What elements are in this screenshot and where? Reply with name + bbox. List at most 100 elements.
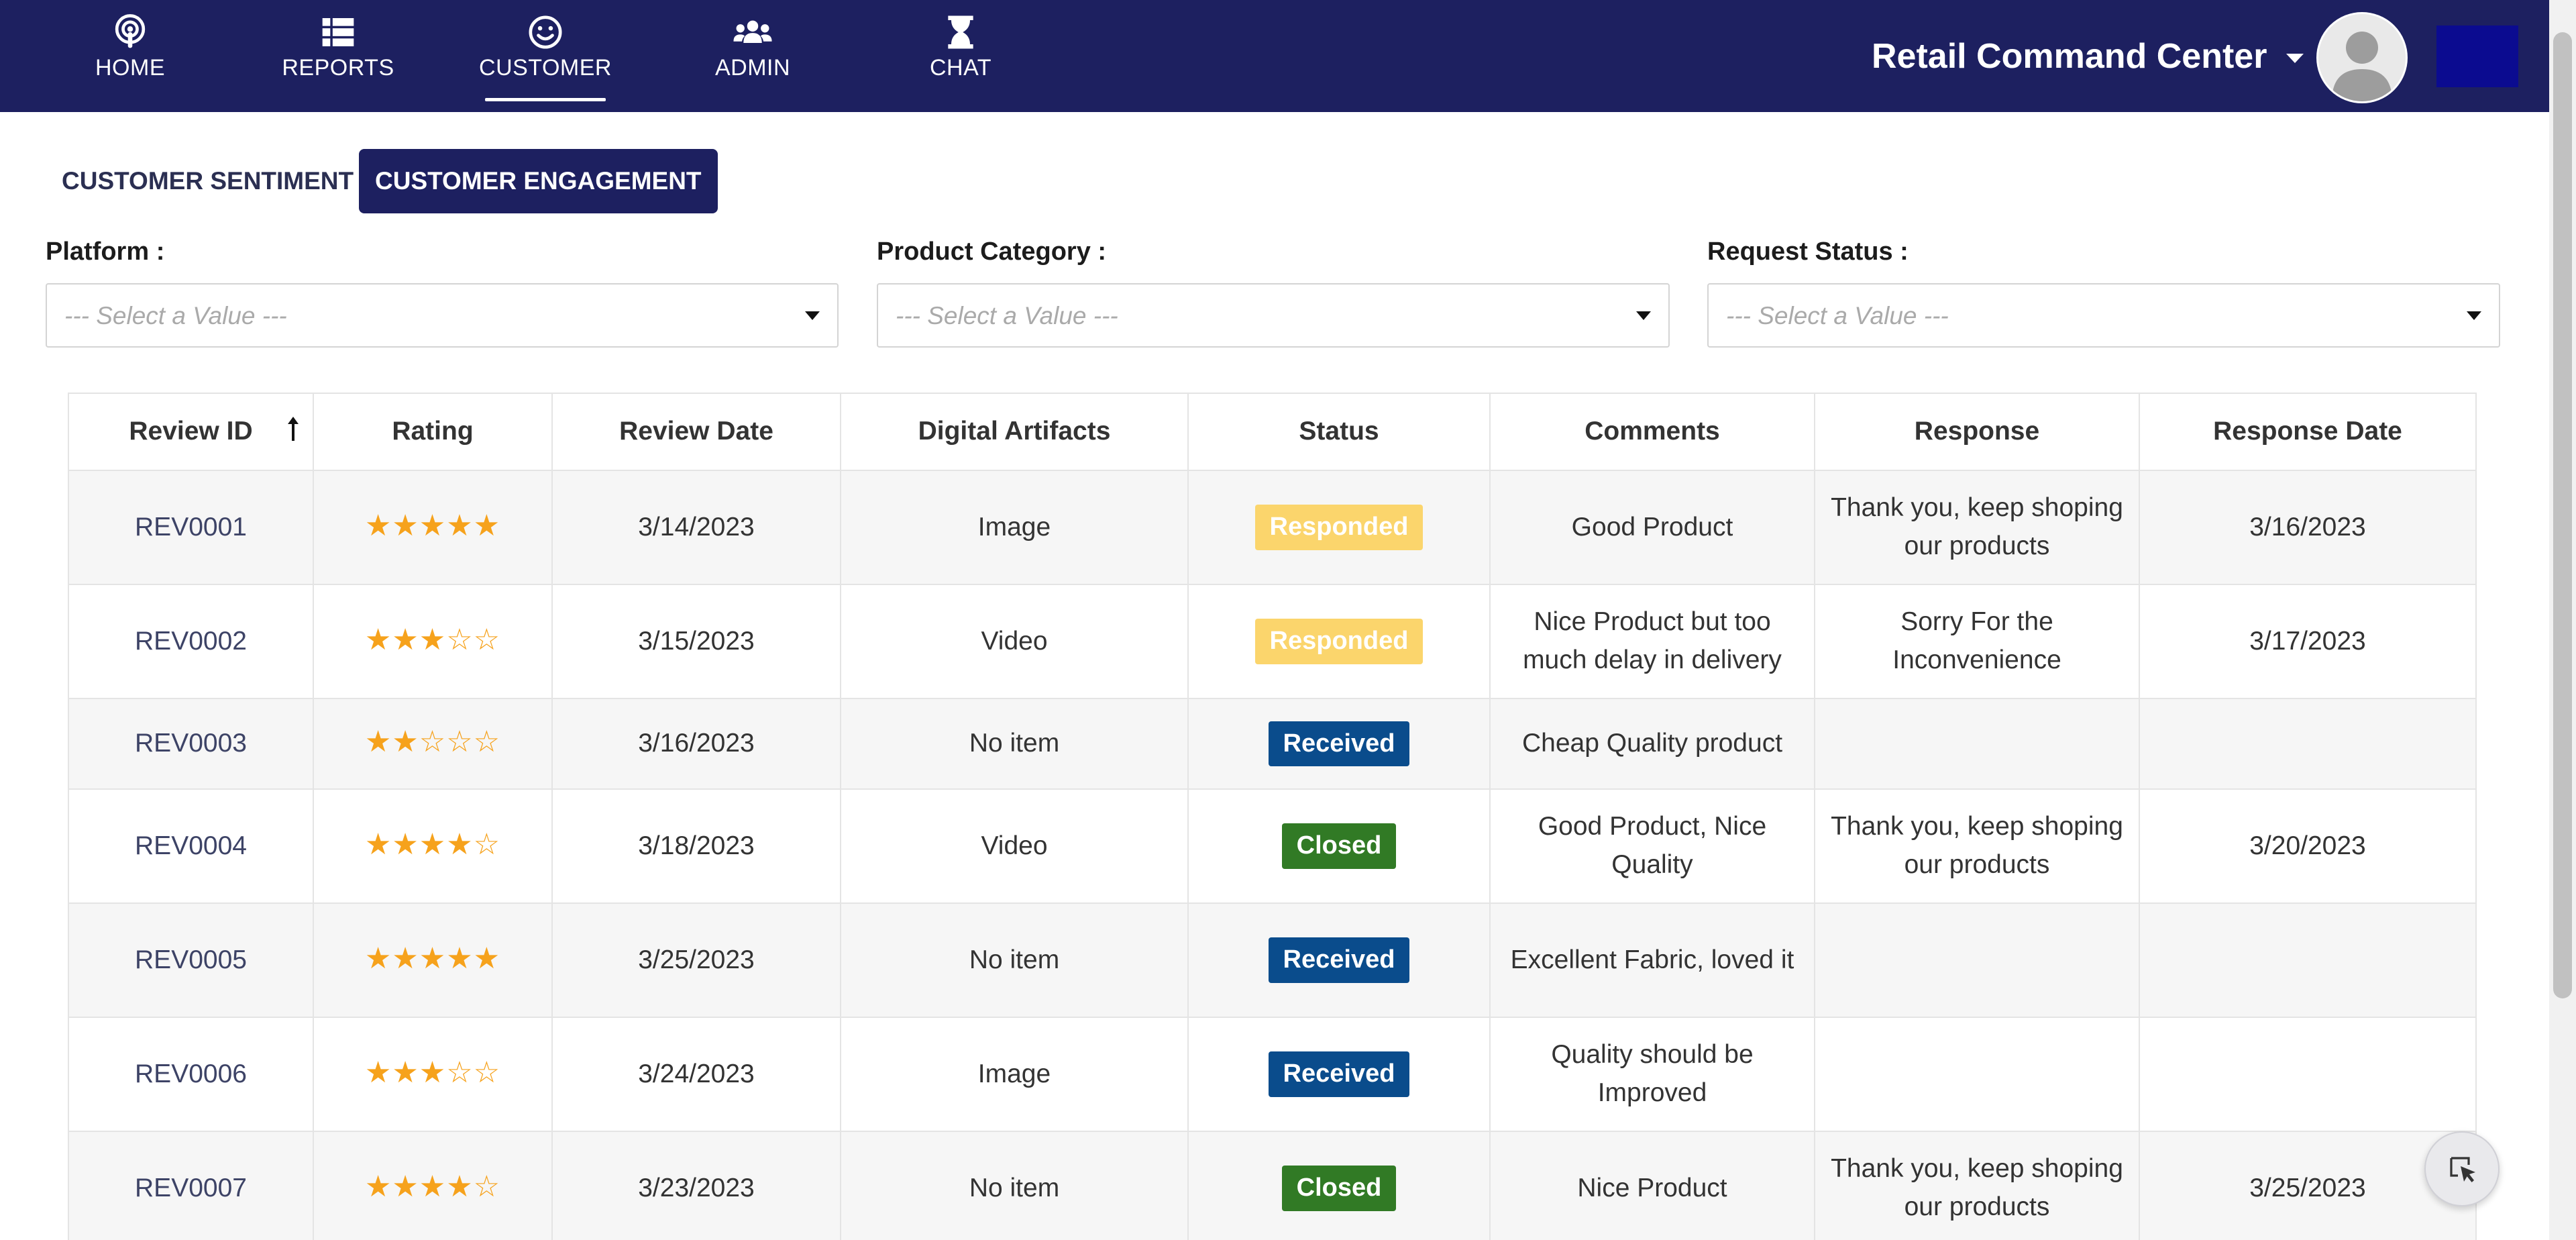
- review-date-cell: 3/16/2023: [551, 698, 841, 790]
- nav-admin[interactable]: ADMIN: [686, 13, 820, 104]
- product-category-select-placeholder: --- Select a Value ---: [896, 302, 1118, 329]
- star-rating: ★★★☆☆: [365, 625, 500, 655]
- reviews-table: Review ID Rating Review Date Digital Art…: [68, 393, 2477, 1240]
- review-id-cell: REV0004: [68, 788, 314, 904]
- product-category-select[interactable]: --- Select a Value ---: [877, 283, 1670, 348]
- platform-select-placeholder: --- Select a Value ---: [64, 302, 287, 329]
- user-menu-box[interactable]: [2436, 25, 2518, 87]
- table-header-row: Review ID Rating Review Date Digital Art…: [68, 393, 2477, 471]
- table-row[interactable]: REV0006 ★★★☆☆ 3/24/2023 Image Received Qualit…: [68, 1017, 2477, 1132]
- table-row[interactable]: REV0007 ★★★★☆ 3/23/2023 No item Closed Nice P…: [68, 1131, 2477, 1240]
- star-rating: ★★★☆☆: [365, 1055, 501, 1090]
- comments-cell: Good Product, Nice Quality: [1489, 788, 1815, 904]
- review-date-cell: 3/14/2023: [551, 470, 841, 585]
- star-outline-icon: ☆: [473, 1169, 501, 1204]
- status-cell: Received: [1187, 902, 1491, 1018]
- status-badge: Received: [1268, 1051, 1410, 1097]
- comments-cell: Quality should be Improved: [1489, 1017, 1815, 1132]
- status-badge: Responded: [1254, 505, 1424, 550]
- rating-cell: ★★★★★: [313, 470, 553, 585]
- cursor-select-icon: [2450, 1157, 2475, 1182]
- column-header-review-date[interactable]: Review Date: [551, 393, 841, 471]
- status-badge: Closed: [1281, 1166, 1397, 1211]
- nav-admin-label: ADMIN: [714, 55, 791, 81]
- floating-cursor-button[interactable]: [2424, 1131, 2500, 1206]
- digital-artifacts-cell: No item: [840, 1131, 1189, 1240]
- table-row[interactable]: REV0001 ★★★★★ 3/14/2023 Image Responded Good …: [68, 470, 2477, 585]
- response-cell: Thank you, keep shoping our products: [1814, 788, 2140, 904]
- sort-ascending-icon[interactable]: [286, 415, 301, 442]
- status-badge: Received: [1268, 937, 1410, 983]
- star-filled-icon: ★: [419, 1055, 447, 1090]
- digital-artifacts-cell: No item: [840, 902, 1189, 1018]
- response-date-cell: 3/20/2023: [2139, 788, 2477, 904]
- response-cell: Thank you, keep shoping our products: [1814, 1131, 2140, 1240]
- star-outline-icon: ☆: [473, 827, 501, 862]
- rating-cell: ★★★★☆: [313, 1131, 553, 1240]
- comments-cell: Nice Product: [1489, 1131, 1815, 1240]
- comments-cell: Nice Product but too much delay in deliv…: [1489, 584, 1815, 699]
- status-cell: Closed: [1187, 1131, 1491, 1240]
- status-cell: Responded: [1187, 584, 1491, 699]
- review-id-cell: REV0006: [68, 1017, 314, 1132]
- table-row[interactable]: REV0005 ★★★★★ 3/25/2023 No item Received Exce…: [68, 902, 2477, 1018]
- digital-artifacts-cell: Video: [840, 788, 1189, 904]
- nav-home[interactable]: HOME: [63, 13, 197, 104]
- nav-chat[interactable]: CHAT: [894, 13, 1028, 104]
- star-filled-icon: ★: [446, 508, 474, 543]
- smile-icon: [529, 15, 562, 49]
- platform-select[interactable]: --- Select a Value ---: [46, 283, 839, 348]
- star-filled-icon: ★: [419, 508, 447, 543]
- nav-customer[interactable]: CUSTOMER: [478, 13, 612, 104]
- star-filled-icon: ★: [419, 1169, 447, 1204]
- column-header-rating[interactable]: Rating: [313, 393, 553, 471]
- column-header-digital-artifacts[interactable]: Digital Artifacts: [840, 393, 1189, 471]
- rating-cell: ★★★★★: [313, 902, 553, 1018]
- hourglass-icon: [948, 15, 973, 49]
- table-row[interactable]: REV0002 ★★★☆☆ 3/15/2023 Video Responded Nice …: [68, 584, 2477, 699]
- caret-down-icon: [2286, 54, 2304, 64]
- star-filled-icon: ★: [419, 622, 447, 657]
- table-row[interactable]: REV0004 ★★★★☆ 3/18/2023 Video Closed Good Pro…: [68, 788, 2477, 904]
- request-status-select[interactable]: --- Select a Value ---: [1707, 283, 2500, 348]
- star-filled-icon: ★: [364, 827, 392, 862]
- nav-reports[interactable]: REPORTS: [271, 13, 405, 104]
- column-header-comments[interactable]: Comments: [1489, 393, 1815, 471]
- tab-customer-engagement[interactable]: CUSTOMER ENGAGEMENT: [359, 149, 718, 213]
- star-rating: ★★★★☆: [364, 827, 501, 862]
- top-navigation-bar: HOME REPORTS CUSTOMER ADMIN CHAT Retail …: [0, 0, 2549, 112]
- response-cell: Sorry For the Inconvenience: [1814, 584, 2140, 699]
- digital-artifacts-cell: Image: [840, 1017, 1189, 1132]
- response-cell: [1814, 698, 2140, 790]
- response-cell: Thank you, keep shoping our products: [1814, 470, 2140, 585]
- star-outline-icon: ☆: [473, 1055, 501, 1090]
- star-filled-icon: ★: [392, 1169, 419, 1204]
- vertical-scrollbar-thumb[interactable]: [2553, 32, 2572, 998]
- response-cell: [1814, 902, 2140, 1018]
- tab-customer-sentiment[interactable]: CUSTOMER SENTIMENT: [46, 149, 370, 213]
- column-header-review-id[interactable]: Review ID: [68, 393, 314, 471]
- podcast-icon: [115, 14, 146, 48]
- star-outline-icon: ☆: [473, 622, 501, 657]
- user-silhouette-icon: [2318, 14, 2406, 101]
- star-filled-icon: ★: [392, 725, 419, 760]
- response-date-cell: [2139, 698, 2477, 790]
- review-id-cell: REV0001: [68, 470, 314, 585]
- app-title-dropdown[interactable]: Retail Command Center: [1872, 36, 2304, 76]
- status-cell: Closed: [1187, 788, 1491, 904]
- table-row[interactable]: REV0003 ★★☆☆☆ 3/16/2023 No item Received Chea…: [68, 698, 2477, 790]
- star-filled-icon: ★: [473, 508, 501, 543]
- star-filled-icon: ★: [364, 941, 392, 976]
- review-id-cell: REV0002: [68, 584, 314, 699]
- star-filled-icon: ★: [364, 1169, 392, 1204]
- user-avatar[interactable]: [2316, 12, 2408, 103]
- column-header-response[interactable]: Response: [1814, 393, 2140, 471]
- rating-cell: ★★★★☆: [313, 788, 553, 904]
- star-filled-icon: ★: [392, 941, 419, 976]
- column-header-status[interactable]: Status: [1187, 393, 1491, 471]
- star-rating: ★★☆☆☆: [365, 727, 500, 757]
- review-date-cell: 3/15/2023: [551, 584, 841, 699]
- column-header-response-date[interactable]: Response Date: [2139, 393, 2477, 471]
- status-cell: Received: [1187, 1017, 1491, 1132]
- nav-chat-label: CHAT: [929, 55, 992, 81]
